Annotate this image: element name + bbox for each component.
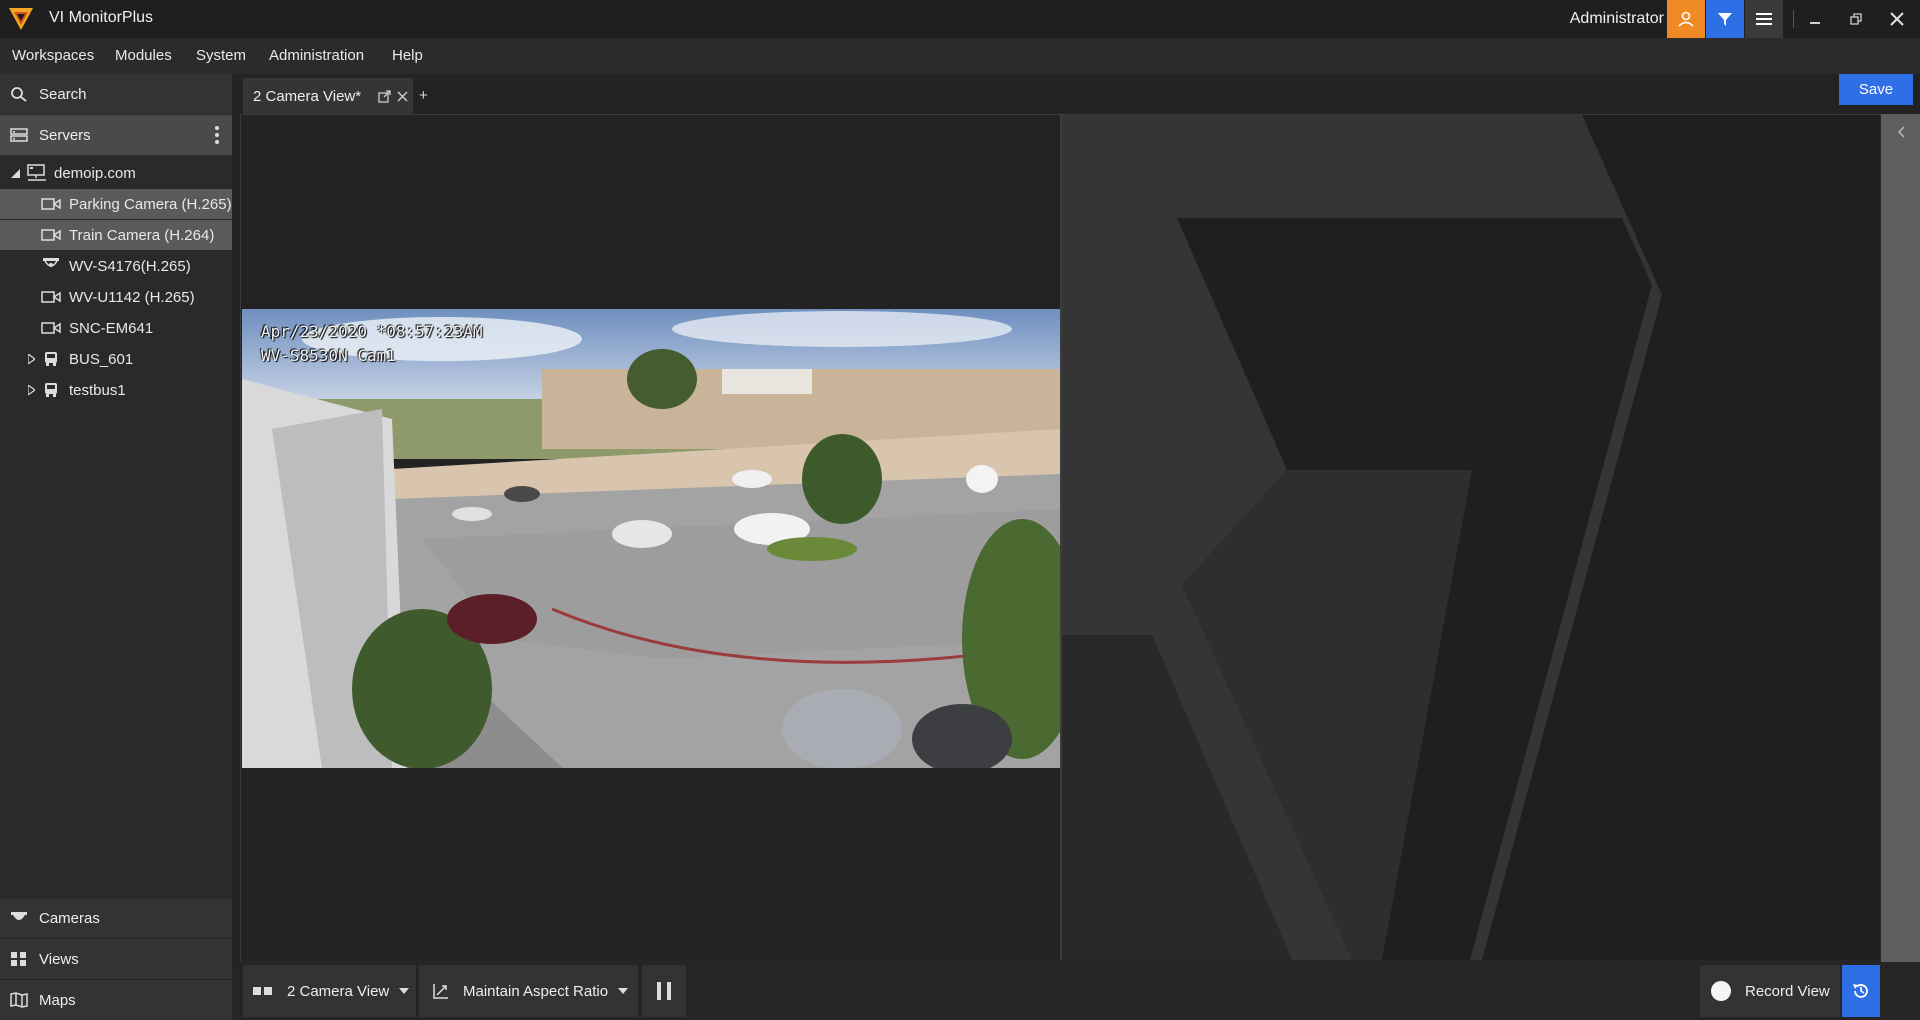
right-collapse-rail[interactable] — [1881, 114, 1920, 962]
nav-cameras-label: Cameras — [39, 909, 100, 927]
tree-root-label: demoip.com — [54, 164, 136, 182]
more-options-icon[interactable] — [214, 125, 220, 145]
tree-item-parking-camera[interactable]: Parking Camera (H.265) — [0, 189, 232, 219]
tree-item-wv-u1142[interactable]: WV-U1142 (H.265) — [0, 282, 232, 312]
restore-icon — [1850, 13, 1862, 25]
tree-item-label: WV-U1142 (H.265) — [69, 288, 195, 306]
tree-item-label: BUS_601 — [69, 350, 134, 368]
title-bar: VI MonitorPlus Administrator — [0, 0, 1920, 38]
menu-administration[interactable]: Administration — [269, 47, 364, 64]
menu-workspaces[interactable]: Workspaces — [12, 47, 94, 64]
camera-name-overlay: WV-S8530N Cam1 — [261, 346, 396, 365]
user-name[interactable]: Administrator — [1570, 10, 1664, 28]
tree-item-label: Train Camera (H.264) — [69, 226, 215, 244]
collapsed-arrow-icon[interactable] — [28, 354, 35, 364]
tree-item-label: testbus1 — [69, 381, 126, 399]
expanded-arrow-icon[interactable] — [11, 169, 20, 178]
playback-history-button[interactable] — [1842, 965, 1880, 1017]
aspect-ratio-icon — [433, 984, 448, 999]
filter-button[interactable] — [1706, 0, 1744, 38]
tree-item-label: WV-S4176(H.265) — [69, 257, 191, 275]
camera-icon — [41, 322, 61, 334]
camera-icon — [41, 198, 61, 210]
nav-maps-label: Maps — [39, 991, 76, 1009]
layout-label: 2 Camera View — [287, 982, 390, 1000]
servers-header[interactable]: Servers — [0, 115, 232, 155]
grid-icon — [11, 952, 26, 966]
server-network-icon — [27, 164, 46, 181]
close-icon — [1890, 12, 1904, 26]
nav-cameras[interactable]: Cameras — [0, 897, 232, 938]
map-icon — [10, 992, 28, 1008]
nav-views[interactable]: Views — [0, 938, 232, 979]
aspect-ratio-dropdown[interactable]: Maintain Aspect Ratio — [419, 965, 638, 1017]
save-button[interactable]: Save — [1839, 74, 1913, 105]
close-tab-icon[interactable] — [397, 91, 408, 102]
tree-item-train-camera[interactable]: Train Camera (H.264) — [0, 220, 232, 250]
camera-timestamp-overlay: Apr/23/2020 *08:57:23AM — [261, 322, 483, 341]
restore-button[interactable] — [1836, 0, 1876, 38]
tab-bar: 2 Camera View* + — [232, 74, 1920, 114]
record-circle-icon — [1711, 981, 1731, 1001]
parking-lot-scene — [242, 309, 1060, 768]
minimize-button[interactable] — [1795, 0, 1835, 38]
user-icon — [1678, 11, 1694, 27]
chevron-left-icon[interactable] — [1897, 126, 1905, 138]
main-menu-button[interactable] — [1745, 0, 1783, 38]
menu-system[interactable]: System — [196, 47, 246, 64]
tree-root-server[interactable]: demoip.com — [0, 158, 232, 188]
tree-item-bus-601[interactable]: BUS_601 — [0, 344, 232, 374]
aspect-ratio-label: Maintain Aspect Ratio — [463, 982, 609, 1000]
camera-video-feed[interactable] — [242, 309, 1060, 768]
servers-label: Servers — [39, 126, 91, 144]
tree-item-snc-em641[interactable]: SNC-EM641 — [0, 313, 232, 343]
nav-maps[interactable]: Maps — [0, 979, 232, 1020]
servers-icon — [10, 128, 28, 142]
record-view-toggle[interactable]: Record View — [1700, 965, 1840, 1017]
nav-views-label: Views — [39, 950, 79, 968]
chevron-down-icon — [399, 988, 410, 994]
tab-label: 2 Camera View* — [253, 87, 362, 105]
collapsed-arrow-icon[interactable] — [28, 385, 35, 395]
dome-360-camera-icon — [43, 258, 59, 267]
camera-icon — [41, 229, 61, 241]
hamburger-icon — [1756, 13, 1772, 25]
menu-modules[interactable]: Modules — [115, 47, 172, 64]
watermark-logo-icon — [1062, 115, 1662, 960]
tab-2-camera-view[interactable]: 2 Camera View* — [243, 78, 413, 114]
tree-item-wv-s4176[interactable]: WV-S4176(H.265) — [0, 251, 232, 281]
layout-dropdown[interactable]: 2 Camera View — [243, 965, 416, 1017]
search-label: Search — [39, 85, 87, 103]
bus-icon — [45, 352, 57, 366]
dome-camera-icon — [11, 912, 27, 920]
chevron-down-icon — [618, 988, 629, 994]
bus-icon — [45, 383, 57, 397]
app-title: VI MonitorPlus — [49, 9, 154, 26]
record-view-label: Record View — [1745, 982, 1830, 1000]
filter-icon — [1718, 13, 1732, 26]
camera-pane-2-empty[interactable] — [1062, 115, 1880, 960]
menu-bar: Workspaces Modules System Administration… — [0, 38, 1920, 74]
pause-button[interactable] — [642, 965, 686, 1017]
tree-item-label: SNC-EM641 — [69, 319, 154, 337]
menu-help[interactable]: Help — [392, 47, 423, 64]
layout-two-pane-icon — [253, 987, 272, 995]
camera-icon — [41, 291, 61, 303]
minimize-icon — [1810, 22, 1820, 24]
tree-item-label: Parking Camera (H.265) — [69, 195, 232, 213]
search-icon — [11, 87, 27, 102]
pause-icon — [657, 982, 671, 1000]
pop-out-icon[interactable] — [378, 90, 391, 103]
user-account-button[interactable] — [1667, 0, 1705, 38]
search-header[interactable]: Search — [0, 74, 232, 114]
app-logo-icon — [9, 8, 33, 30]
tree-item-testbus1[interactable]: testbus1 — [0, 375, 232, 405]
close-button[interactable] — [1877, 0, 1917, 38]
history-icon — [1853, 984, 1868, 998]
add-tab-button[interactable]: + — [419, 87, 428, 104]
divider — [1793, 10, 1794, 28]
